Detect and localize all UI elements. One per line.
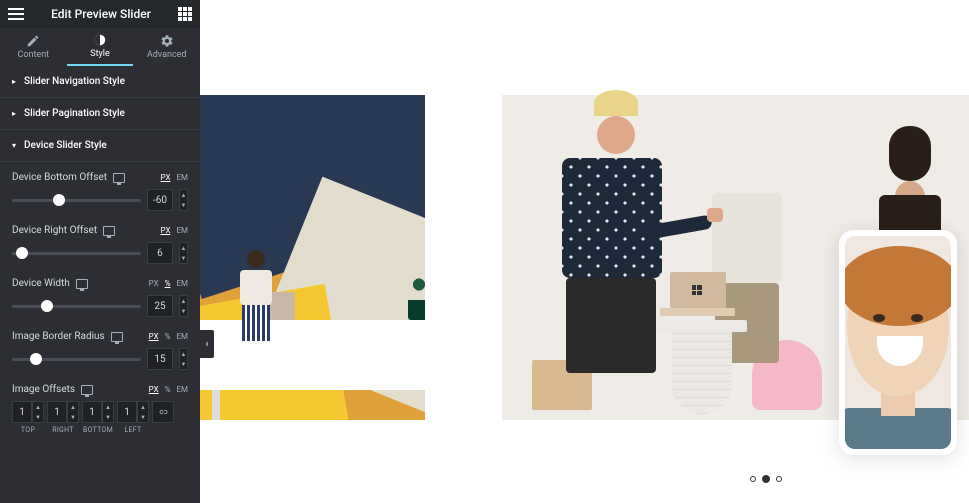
device-frame[interactable]: [839, 230, 957, 455]
responsive-icon[interactable]: [111, 332, 123, 342]
device-screen: [845, 236, 951, 449]
unit-toggle: PX EM: [161, 226, 188, 235]
style-icon: [93, 33, 107, 47]
unit-px[interactable]: PX: [161, 173, 171, 182]
control-image-offsets: Image Offsets PX % EM ▲▼ TOP: [12, 384, 188, 434]
unit-em[interactable]: EM: [176, 332, 188, 341]
unit-percent[interactable]: %: [165, 385, 171, 394]
pagination-dot-1[interactable]: [750, 476, 756, 482]
input-device-width[interactable]: [148, 301, 172, 312]
input-border-radius[interactable]: [148, 354, 172, 365]
section-label: Slider Navigation Style: [24, 76, 125, 87]
stepper-bottom-offset[interactable]: ▲▼: [179, 189, 188, 211]
control-label: Image Border Radius: [12, 331, 105, 342]
stepper-offset-bottom[interactable]: ▲▼: [102, 401, 114, 423]
pagination-dot-2[interactable]: [762, 475, 770, 483]
unit-em[interactable]: EM: [176, 226, 188, 235]
tab-style-label: Style: [90, 49, 110, 59]
apps-grid-icon[interactable]: [178, 7, 192, 21]
link-values-button[interactable]: [152, 401, 174, 423]
tab-style[interactable]: Style: [67, 28, 134, 66]
phone-notch-icon: [883, 232, 913, 236]
unit-em[interactable]: EM: [176, 385, 188, 394]
pencil-icon: [26, 34, 40, 48]
pagination-dot-3[interactable]: [776, 476, 782, 482]
chevron-left-icon: ‹: [205, 339, 208, 350]
caret-right-icon: ▸: [12, 109, 16, 118]
section-device-slider-style[interactable]: ▾ Device Slider Style: [0, 130, 200, 162]
section-label: Device Slider Style: [24, 140, 107, 151]
gear-icon: [160, 34, 174, 48]
unit-em[interactable]: EM: [176, 279, 188, 288]
collapse-sidebar-handle[interactable]: ‹: [200, 330, 214, 358]
unit-px[interactable]: PX: [149, 332, 159, 341]
editor-sidebar: Edit Preview Slider Content Style Advanc…: [0, 0, 200, 503]
top-bar: Edit Preview Slider: [0, 0, 200, 28]
input-bottom-offset[interactable]: [148, 195, 172, 206]
unit-px[interactable]: PX: [149, 385, 159, 394]
offset-label-bottom: BOTTOM: [83, 426, 113, 434]
stepper-device-width[interactable]: ▲▼: [179, 295, 188, 317]
slider-pagination: [750, 475, 782, 483]
control-label: Device Width: [12, 278, 70, 289]
unit-percent[interactable]: %: [165, 279, 171, 288]
tab-advanced-label: Advanced: [147, 50, 187, 60]
hamburger-icon[interactable]: [8, 8, 24, 20]
unit-percent[interactable]: %: [165, 332, 171, 341]
stepper-offset-right[interactable]: ▲▼: [67, 401, 79, 423]
responsive-icon[interactable]: [113, 173, 125, 183]
control-label: Device Bottom Offset: [12, 172, 107, 183]
link-icon: [158, 407, 168, 417]
device-slider-controls: Device Bottom Offset PX EM ▲▼ Device Rig…: [0, 162, 200, 452]
unit-px[interactable]: PX: [161, 226, 171, 235]
unit-px[interactable]: PX: [149, 279, 159, 288]
slide-image-1: [200, 95, 425, 420]
control-border-radius: Image Border Radius PX % EM ▲▼: [12, 331, 188, 370]
stepper-offset-top[interactable]: ▲▼: [32, 401, 44, 423]
stepper-right-offset[interactable]: ▲▼: [179, 242, 188, 264]
responsive-icon[interactable]: [81, 385, 93, 395]
section-label: Slider Pagination Style: [24, 108, 125, 119]
input-offset-right[interactable]: [47, 401, 67, 423]
control-label: Device Right Offset: [12, 225, 97, 236]
section-slider-navigation-style[interactable]: ▸ Slider Navigation Style: [0, 66, 200, 98]
input-offset-left[interactable]: [117, 401, 137, 423]
unit-toggle: PX EM: [161, 173, 188, 182]
control-device-width: Device Width PX % EM ▲▼: [12, 278, 188, 317]
input-right-offset[interactable]: [148, 248, 172, 259]
input-offset-bottom[interactable]: [82, 401, 102, 423]
preview-canvas: ‹: [200, 0, 969, 503]
section-slider-pagination-style[interactable]: ▸ Slider Pagination Style: [0, 98, 200, 130]
responsive-icon[interactable]: [76, 279, 88, 289]
stepper-offset-left[interactable]: ▲▼: [137, 401, 149, 423]
caret-down-icon: ▾: [12, 141, 16, 150]
panel-title: Edit Preview Slider: [24, 7, 178, 21]
offset-label-top: TOP: [21, 426, 35, 434]
control-right-offset: Device Right Offset PX EM ▲▼: [12, 225, 188, 264]
editor-tabs: Content Style Advanced: [0, 28, 200, 66]
tab-content-label: Content: [18, 50, 50, 60]
tab-advanced[interactable]: Advanced: [133, 28, 200, 66]
control-label: Image Offsets: [12, 384, 75, 395]
unit-toggle: PX % EM: [149, 332, 188, 341]
control-bottom-offset: Device Bottom Offset PX EM ▲▼: [12, 172, 188, 211]
slider-border-radius[interactable]: [12, 358, 141, 361]
unit-toggle: PX % EM: [149, 279, 188, 288]
responsive-icon[interactable]: [103, 226, 115, 236]
slider-bottom-offset[interactable]: [12, 199, 141, 202]
caret-right-icon: ▸: [12, 77, 16, 86]
stepper-border-radius[interactable]: ▲▼: [179, 348, 188, 370]
offset-label-right: RIGHT: [52, 426, 74, 434]
unit-toggle: PX % EM: [149, 385, 188, 394]
unit-em[interactable]: EM: [176, 173, 188, 182]
input-offset-top[interactable]: [12, 401, 32, 423]
tab-content[interactable]: Content: [0, 28, 67, 66]
slider-device-width[interactable]: [12, 305, 141, 308]
slider-right-offset[interactable]: [12, 252, 141, 255]
offset-label-left: LEFT: [124, 426, 141, 434]
